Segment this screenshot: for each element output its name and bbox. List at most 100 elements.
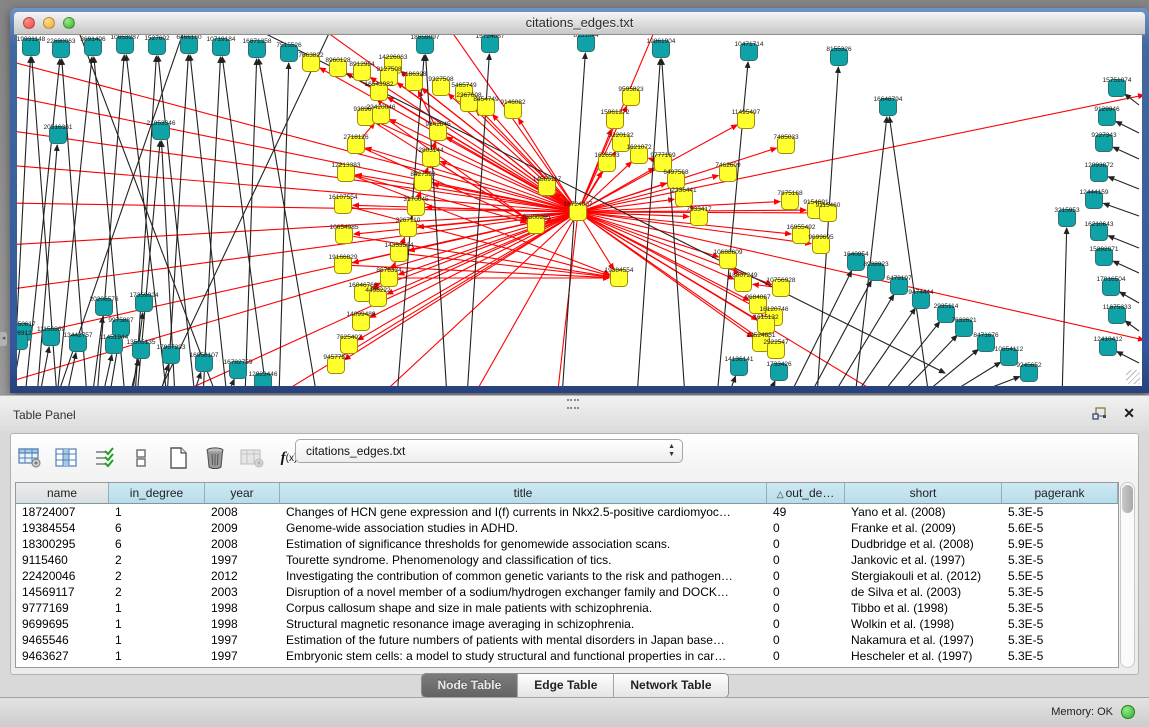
table-cell[interactable]: 18724007 (16, 504, 109, 520)
table-row[interactable]: 1938455462009Genome-wide association stu… (16, 520, 1118, 536)
graph-edge[interactable] (1108, 177, 1139, 189)
table-cell[interactable]: 2 (109, 584, 205, 600)
row-select-checklist-icon[interactable] (91, 445, 117, 471)
table-cell[interactable]: Corpus callosum shape and size in male p… (280, 600, 767, 616)
table-cell[interactable]: Tourette syndrome. Phenomenology and cla… (280, 552, 767, 568)
table-row[interactable]: 2242004622012Investigating the contribut… (16, 568, 1118, 584)
column-header[interactable]: short (845, 483, 1002, 504)
table-cell[interactable]: 1997 (205, 552, 280, 568)
table-cell[interactable]: 1998 (205, 616, 280, 632)
table-row[interactable]: 1872400712008Changes of HCN gene express… (16, 504, 1118, 520)
graph-edge[interactable] (1062, 228, 1067, 386)
column-visibility-icon[interactable] (54, 445, 80, 471)
close-window-icon[interactable] (23, 17, 35, 29)
table-cell[interactable]: 0 (767, 648, 845, 664)
table-cell[interactable]: 6 (109, 520, 205, 536)
table-cell[interactable]: 9465546 (16, 632, 109, 648)
panel-collapse-arrow[interactable]: ◂ (0, 332, 7, 346)
graph-edge[interactable] (817, 67, 838, 386)
table-cell[interactable]: 2 (109, 552, 205, 568)
graph-edge[interactable] (727, 376, 735, 386)
column-header[interactable]: pagerank (1002, 483, 1118, 504)
table-scrollbar[interactable] (1120, 482, 1135, 668)
table-cell[interactable]: 14569117 (16, 584, 109, 600)
table-cell[interactable]: 0 (767, 584, 845, 600)
table-cell[interactable]: 5.3E-5 (1002, 584, 1118, 600)
table-cell[interactable]: Embryonic stem cells: a model to study s… (280, 648, 767, 664)
table-cell[interactable]: 2009 (205, 520, 280, 536)
table-cell[interactable]: 0 (767, 552, 845, 568)
table-cell[interactable]: Disruption of a novel member of a sodium… (280, 584, 767, 600)
graph-edge[interactable] (831, 295, 894, 386)
table-cell[interactable]: 0 (767, 600, 845, 616)
table-cell[interactable]: Estimation of significance thresholds fo… (280, 536, 767, 552)
table-cell[interactable]: Franke et al. (2009) (845, 520, 1002, 536)
memory-ok-indicator[interactable] (1121, 705, 1135, 719)
table-cell[interactable]: 1 (109, 616, 205, 632)
table-row[interactable]: 1830029562008Estimation of significance … (16, 536, 1118, 552)
column-header[interactable]: △out_de… (767, 483, 845, 504)
table-cell[interactable]: 2008 (205, 536, 280, 552)
tab-network-table[interactable]: Network Table (614, 674, 727, 697)
table-cell[interactable]: Yano et al. (2008) (845, 504, 1002, 520)
graph-edge[interactable] (245, 59, 257, 386)
table-cell[interactable]: 1 (109, 504, 205, 520)
graph-edge[interactable] (1103, 203, 1139, 216)
graph-edge[interactable] (1113, 261, 1139, 273)
window-resize-grip[interactable] (1126, 370, 1140, 384)
graph-edge[interactable] (1113, 147, 1139, 159)
graph-edge[interactable] (222, 57, 267, 386)
table-cell[interactable]: 0 (767, 616, 845, 632)
table-cell[interactable]: 0 (767, 520, 845, 536)
table-cell[interactable]: Jankovic et al. (1997) (845, 552, 1002, 568)
table-cell[interactable]: 5.3E-5 (1002, 616, 1118, 632)
table-cell[interactable]: Hescheler et al. (1997) (845, 648, 1002, 664)
table-settings-icon[interactable] (17, 445, 43, 471)
table-cell[interactable]: 18300295 (16, 536, 109, 552)
table-cell[interactable]: 2 (109, 568, 205, 584)
table-row[interactable]: 946362711997Embryonic stem cells: a mode… (16, 648, 1118, 664)
table-cell[interactable]: Dudbridge et al. (2008) (845, 536, 1002, 552)
graph-edge[interactable] (203, 57, 220, 386)
zoom-window-icon[interactable] (63, 17, 75, 29)
new-table-icon[interactable] (165, 445, 191, 471)
table-cell[interactable]: 9463627 (16, 648, 109, 664)
graph-edge[interactable] (77, 35, 217, 386)
table-row[interactable]: 969969511998Structural magnetic resonanc… (16, 616, 1118, 632)
graph-edge[interactable] (472, 220, 574, 386)
table-cell[interactable]: 5.3E-5 (1002, 648, 1118, 664)
tab-edge-table[interactable]: Edge Table (518, 674, 614, 697)
table-cell[interactable]: Structural magnetic resonance image aver… (280, 616, 767, 632)
table-cell[interactable]: 2012 (205, 568, 280, 584)
graph-edge[interactable] (447, 137, 571, 208)
tab-node-table[interactable]: Node Table (421, 674, 518, 697)
table-scrollbar-thumb[interactable] (1122, 485, 1133, 513)
table-cell[interactable]: 5.9E-5 (1002, 536, 1118, 552)
close-panel-icon[interactable]: ✕ (1123, 405, 1135, 422)
table-cell[interactable]: 5.3E-5 (1002, 552, 1118, 568)
table-cell[interactable]: 5.6E-5 (1002, 520, 1118, 536)
table-cell[interactable]: Wolkin et al. (1998) (845, 616, 1002, 632)
float-panel-icon[interactable] (1092, 407, 1107, 420)
table-cell[interactable]: 19384554 (16, 520, 109, 536)
table-cell[interactable]: 0 (767, 632, 845, 648)
graph-edge[interactable] (557, 221, 577, 386)
table-row[interactable]: 946554611997Estimation of the future num… (16, 632, 1118, 648)
table-cell[interactable]: 1 (109, 600, 205, 616)
table-cell[interactable]: Investigating the contribution of common… (280, 568, 767, 584)
table-cell[interactable]: 5.3E-5 (1002, 504, 1118, 520)
graph-edge[interactable] (1120, 292, 1139, 303)
table-cell[interactable]: 49 (767, 504, 845, 520)
table-cell[interactable]: Tibbo et al. (1998) (845, 600, 1002, 616)
table-cell[interactable]: 1997 (205, 632, 280, 648)
graph-edge[interactable] (1125, 94, 1139, 105)
table-cell[interactable]: 22420046 (16, 568, 109, 584)
table-row[interactable]: 911546021997Tourette syndrome. Phenomeno… (16, 552, 1118, 568)
table-cell[interactable]: 5.3E-5 (1002, 600, 1118, 616)
table-row[interactable]: 977716911998Corpus callosum shape and si… (16, 600, 1118, 616)
table-cell[interactable]: 1 (109, 648, 205, 664)
graph-edge[interactable] (476, 110, 572, 206)
table-cell[interactable]: Stergiakouli et al. (2012) (845, 568, 1002, 584)
graph-edge[interactable] (878, 322, 940, 386)
table-cell[interactable]: 1 (109, 632, 205, 648)
